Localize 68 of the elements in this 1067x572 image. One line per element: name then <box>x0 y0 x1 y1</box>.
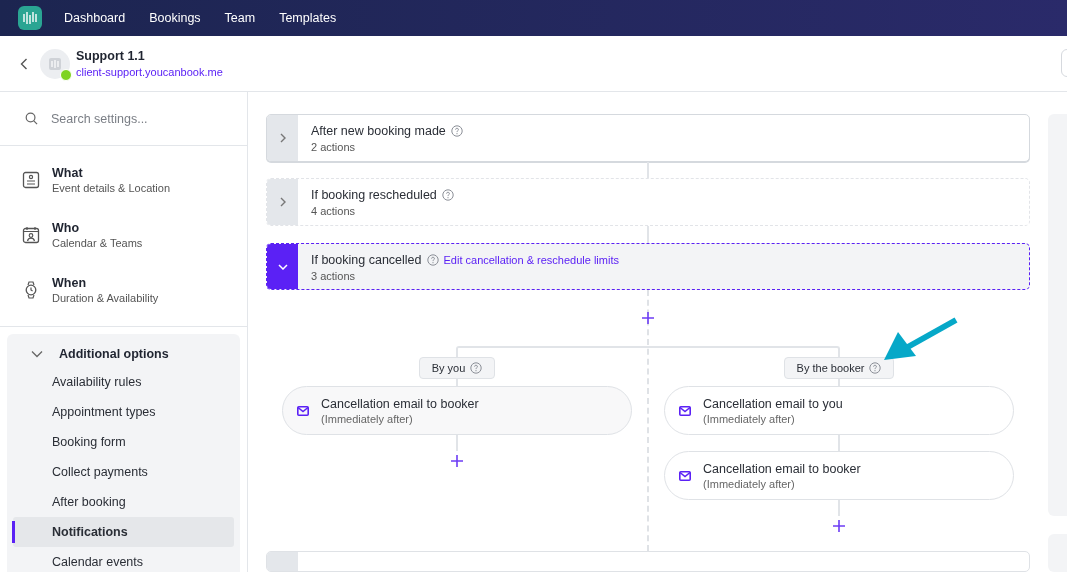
help-icon[interactable] <box>450 125 463 137</box>
expand-toggle[interactable] <box>267 179 298 226</box>
expand-toggle[interactable] <box>267 243 298 290</box>
trigger-title: After new booking made <box>311 124 446 138</box>
add-icon[interactable] <box>451 455 463 468</box>
action-count: 3 actions <box>311 269 357 282</box>
settings-section[interactable]: Who Calendar & Teams <box>0 214 247 255</box>
menu-item[interactable]: Availability rules <box>13 367 234 397</box>
booking-url-link[interactable]: client-support.youcanbook.me <box>76 66 223 78</box>
nav-link[interactable]: Templates <box>267 11 349 25</box>
help-icon[interactable] <box>441 189 454 202</box>
section-title: When <box>52 275 88 290</box>
help-icon[interactable] <box>426 253 439 266</box>
chevron-icon <box>279 197 286 208</box>
menu-item[interactable]: Calendar events <box>13 547 234 572</box>
action-card[interactable]: Cancellation email to booker (Immediately after) <box>664 451 1014 501</box>
mail-icon <box>679 405 691 416</box>
action-title: Cancellation email to booker <box>703 461 861 476</box>
app-logo[interactable] <box>18 6 42 30</box>
calendar-person-icon <box>22 225 40 244</box>
chevron-icon <box>277 263 288 270</box>
logo-icon <box>48 56 62 71</box>
trigger-title: If booking rescheduled <box>311 188 437 203</box>
options-title[interactable]: Additional options <box>59 347 169 361</box>
expand-toggle[interactable] <box>267 115 298 161</box>
chevron-icon[interactable] <box>31 350 43 358</box>
back-icon[interactable] <box>20 57 28 70</box>
menu-item[interactable]: Appointment types <box>13 397 234 427</box>
mail-icon <box>679 470 691 481</box>
branch-label: By the booker <box>783 357 895 380</box>
help-icon[interactable] <box>470 362 483 375</box>
action-timing: (Immediately after) <box>703 412 796 425</box>
section-subtitle: Event details & Location <box>52 181 171 194</box>
trigger-title: If booking cancelled <box>311 252 422 267</box>
section-subtitle: Calendar & Teams <box>52 236 143 249</box>
page-title: Support 1.1 <box>76 49 146 63</box>
nav-link[interactable]: Bookings <box>137 11 213 25</box>
action-card[interactable]: Cancellation email to you (Immediately after) <box>664 386 1014 436</box>
add-icon[interactable] <box>642 312 654 325</box>
mail-icon <box>297 405 309 416</box>
chevron-icon <box>279 132 286 143</box>
action-title: Cancellation email to booker <box>321 396 479 411</box>
action-title: Cancellation email to you <box>703 396 843 411</box>
help-icon[interactable] <box>869 362 882 375</box>
menu-item[interactable]: Collect payments <box>13 457 234 487</box>
trigger-card[interactable]: After new booking made 2 actions <box>266 114 1030 162</box>
trigger-card[interactable]: If booking cancelled Edit cancellation & reschedule limits 3 actions <box>266 242 1030 291</box>
action-timing: (Immediately after) <box>703 477 796 490</box>
add-icon[interactable] <box>833 520 845 533</box>
nav-link[interactable]: Team <box>212 11 268 25</box>
menu-item[interactable]: Booking form <box>13 427 234 457</box>
section-subtitle: Duration & Availability <box>52 291 159 304</box>
section-title: What <box>52 165 84 180</box>
settings-section[interactable]: What Event details & Location <box>0 159 247 200</box>
action-count: 2 actions <box>311 141 357 153</box>
action-count: 4 actions <box>311 205 357 218</box>
trigger-card[interactable]: If booking rescheduled 4 actions <box>266 178 1030 227</box>
menu-item[interactable]: After booking <box>13 487 234 517</box>
id-card-icon <box>22 170 40 189</box>
branch-label: By you <box>418 357 496 380</box>
section-title: Who <box>52 220 81 235</box>
settings-section[interactable]: When Duration & Availability <box>0 269 247 310</box>
edit-limits-link[interactable]: Edit cancellation & reschedule limits <box>443 253 619 266</box>
action-timing: (Immediately after) <box>321 412 414 425</box>
nav-link[interactable]: Dashboard <box>52 11 138 25</box>
menu-item[interactable]: Notifications <box>13 517 234 547</box>
search-icon <box>25 112 38 125</box>
action-card[interactable]: Cancellation email to booker (Immediately after) <box>282 386 632 436</box>
